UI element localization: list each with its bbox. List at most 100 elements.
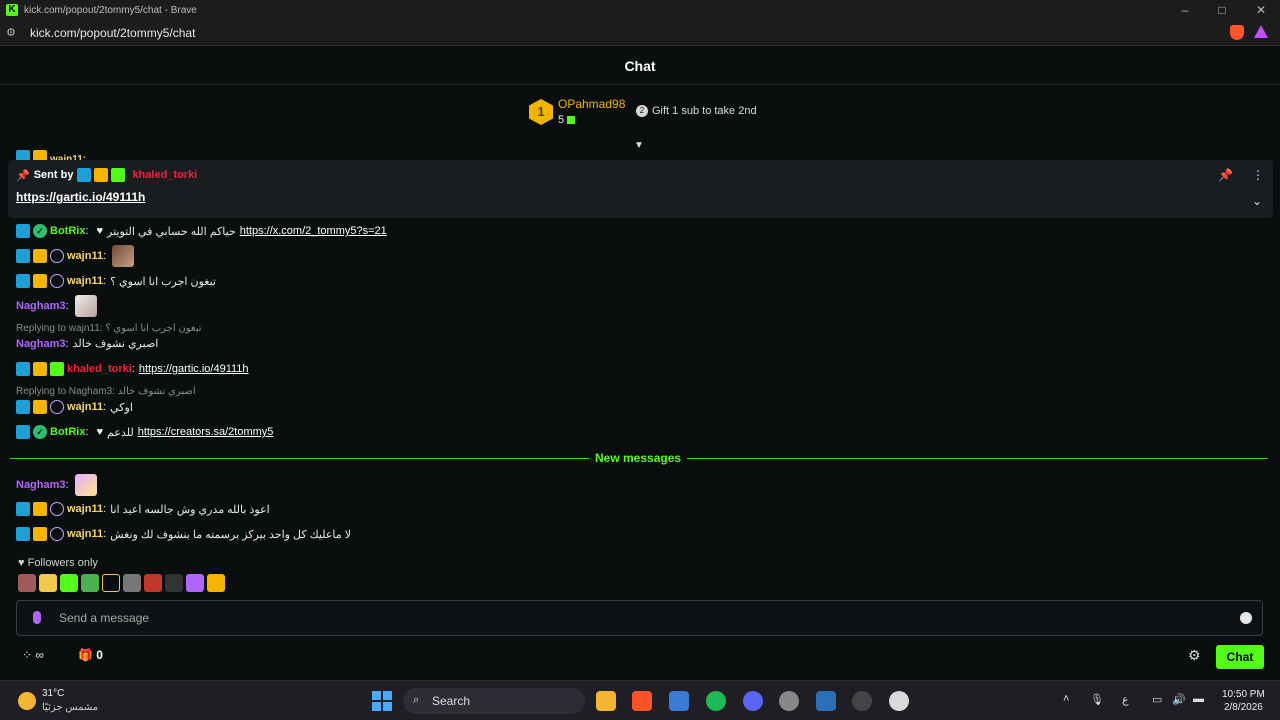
chat-message: wajn11: لا ماعليك كل واحد بيركز برسمته م…	[16, 527, 351, 541]
username[interactable]: Nagham3	[16, 300, 66, 312]
gift-subs-count: 0	[96, 648, 103, 662]
steelseries-icon[interactable]	[889, 691, 909, 711]
pinned-header: 📌 Sent by khaled_torki	[16, 168, 197, 182]
url-field[interactable]: kick.com/popout/2tommy5/chat	[30, 26, 195, 40]
moderator-badge-icon	[16, 362, 30, 376]
og-badge-icon	[33, 362, 47, 376]
weather-sun-icon[interactable]	[18, 692, 36, 710]
message-text: لا ماعليك كل واحد بيركز برسمته ما بنشوف …	[110, 528, 351, 541]
windows-start-icon[interactable]	[372, 691, 392, 711]
username[interactable]: wajn11	[67, 528, 103, 540]
weather-temperature[interactable]: 31°C	[42, 688, 64, 699]
top-gifter-count: 5	[558, 114, 576, 126]
message-link[interactable]: https://x.com/2_tommy5?s=21	[240, 225, 387, 237]
emote-button[interactable]	[186, 574, 204, 592]
username[interactable]: wajn11	[67, 401, 103, 413]
microphone-tray-icon[interactable]: 🎙	[1090, 693, 1104, 706]
app-icon[interactable]	[852, 691, 872, 711]
moderator-badge-icon	[16, 274, 30, 288]
username[interactable]: BotRix	[50, 225, 85, 237]
expand-chevron-icon[interactable]: ⌄	[1252, 194, 1262, 208]
battery-icon[interactable]: ▬	[1193, 693, 1204, 705]
app-icon[interactable]	[779, 691, 799, 711]
emote-button[interactable]	[144, 574, 162, 592]
brave-browser-icon[interactable]	[632, 691, 652, 711]
emote-button[interactable]	[81, 574, 99, 592]
message-input[interactable]: Send a message	[16, 600, 1263, 636]
username[interactable]: Nagham3	[16, 338, 66, 350]
moderator-badge-icon	[16, 425, 30, 439]
moderator-badge-icon	[77, 168, 92, 182]
username[interactable]: wajn11	[67, 275, 103, 287]
message-link[interactable]: https://creators.sa/2tommy5	[138, 426, 274, 438]
chat-message: ✓ BotRix: ♥ حياكم الله حسابي في التويتر …	[16, 224, 387, 238]
emote-button[interactable]	[60, 574, 78, 592]
kick-badge-icon	[50, 362, 64, 376]
chat-message: wajn11: اعوذ بالله مدري وش جالسه اعيد ان…	[16, 502, 270, 516]
close-window-button[interactable]: ✕	[1242, 0, 1280, 20]
chat-message: ✓ BotRix: ♥ للدعم https://creators.sa/2t…	[16, 425, 273, 439]
pinned-link[interactable]: https://gartic.io/49111h	[16, 190, 145, 204]
pin-icon: 📌	[16, 169, 30, 182]
emote-button[interactable]	[165, 574, 183, 592]
app-icon[interactable]	[816, 691, 836, 711]
minimize-button[interactable]: –	[1166, 0, 1204, 20]
input-language[interactable]: ع	[1122, 693, 1129, 706]
volume-icon[interactable]: 🔊	[1172, 693, 1186, 706]
gift-prompt-label: Gift 1 sub to take 2nd	[652, 105, 757, 117]
maximize-button[interactable]: □	[1203, 0, 1241, 20]
unpin-icon[interactable]: 📌	[1218, 168, 1233, 182]
microsoft-store-icon[interactable]	[669, 691, 689, 711]
taskbar-search[interactable]: ⌕ Search	[403, 688, 585, 714]
subscriber-badge-icon	[50, 502, 64, 516]
channel-points[interactable]: ⁘ ∞	[22, 648, 44, 662]
next-rank-icon: 2	[636, 105, 648, 117]
username[interactable]: khaled_torki	[67, 363, 132, 375]
scroll-to-bottom-icon[interactable]: ▼	[634, 140, 646, 151]
top-gifter-name[interactable]: OPahmad98	[558, 97, 625, 111]
brave-rewards-icon[interactable]	[1254, 25, 1268, 38]
emote-button[interactable]	[18, 574, 36, 592]
moderator-badge-icon	[16, 400, 30, 414]
gift-subs-button[interactable]: 🎁 0	[78, 648, 103, 662]
site-settings-icon[interactable]: ⚙	[6, 26, 20, 39]
search-label: Search	[432, 694, 471, 708]
message-link[interactable]: https://gartic.io/49111h	[139, 363, 249, 375]
discord-icon[interactable]	[743, 691, 763, 711]
message-text: للدعم	[107, 426, 134, 439]
spotify-icon[interactable]	[706, 691, 726, 711]
og-badge-icon	[33, 502, 47, 516]
reply-context[interactable]: Replying to wajn11: تبغون اجرب انا اسوي …	[16, 323, 202, 334]
file-explorer-icon[interactable]	[596, 691, 616, 711]
emote-image	[74, 474, 97, 496]
username[interactable]: wajn11	[67, 250, 103, 262]
message-text: اوكي	[110, 401, 133, 414]
send-chat-button[interactable]: Chat	[1216, 645, 1264, 669]
emote-button[interactable]	[123, 574, 141, 592]
network-icon[interactable]: ▭	[1152, 693, 1162, 706]
username[interactable]: BotRix	[50, 426, 85, 438]
og-badge-icon	[33, 274, 47, 288]
og-badge-icon	[33, 249, 47, 263]
brave-shields-icon[interactable]	[1230, 25, 1244, 40]
microphone-icon[interactable]	[33, 611, 41, 624]
pinned-author[interactable]: khaled_torki	[132, 169, 197, 181]
reply-context[interactable]: Replying to Nagham3: اصبري نشوف خالد	[16, 386, 196, 397]
moderator-badge-icon	[16, 502, 30, 516]
chat-message: wajn11: اوكي	[16, 400, 133, 414]
emoji-picker-icon[interactable]	[1240, 612, 1252, 624]
emote-button[interactable]	[207, 574, 225, 592]
show-hidden-icons[interactable]: ˄	[1063, 693, 1069, 705]
weather-description[interactable]: مشمس جزئيًا	[42, 702, 98, 713]
subscriber-badge-icon	[50, 400, 64, 414]
emote-button[interactable]	[102, 574, 120, 592]
gift-prompt[interactable]: 2 Gift 1 sub to take 2nd	[636, 105, 757, 117]
more-options-icon[interactable]: ⋮	[1252, 168, 1264, 182]
og-badge-icon	[94, 168, 109, 182]
chat-settings-icon[interactable]: ⚙	[1188, 647, 1201, 664]
message-text: تبغون اجرب انا اسوي ؟	[110, 275, 216, 288]
username[interactable]: Nagham3	[16, 479, 66, 491]
system-clock[interactable]: 10:50 PM 2/8/2026	[1222, 688, 1265, 714]
username[interactable]: wajn11	[67, 503, 103, 515]
emote-button[interactable]	[39, 574, 57, 592]
